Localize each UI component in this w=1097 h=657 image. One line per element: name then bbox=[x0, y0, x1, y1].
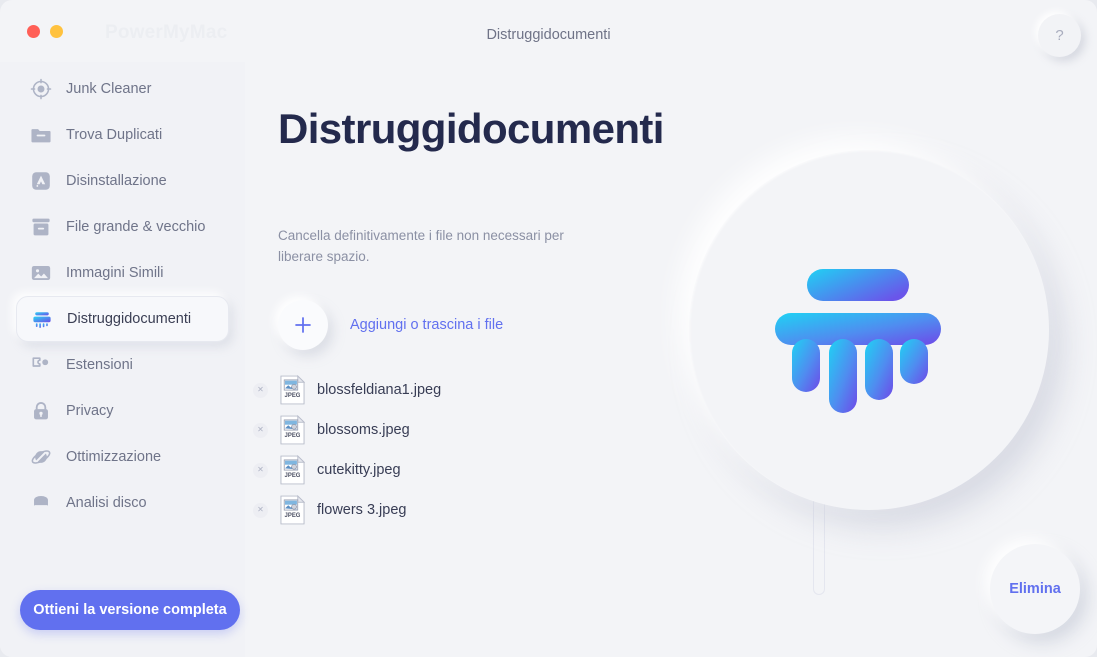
remove-file-button[interactable]: ✕ bbox=[253, 422, 268, 438]
sidebar-item-label: Privacy bbox=[66, 403, 114, 419]
lock-icon bbox=[34, 402, 48, 420]
sidebar-item-file-grande-vecchio[interactable]: File grande & vecchio bbox=[16, 204, 229, 250]
main-content: Distruggidocumenti Cancella definitivame… bbox=[245, 62, 1097, 657]
sidebar-item-label: Junk Cleaner bbox=[66, 81, 152, 97]
sidebar-item-distruggidocumenti[interactable]: Distruggidocumenti bbox=[16, 296, 229, 342]
sidebar-item-label: Disinstallazione bbox=[66, 173, 167, 189]
file-list-item[interactable]: ✕ JPEG flowers 3.jpeg bbox=[253, 490, 573, 530]
page-subtitle: Cancella definitivamente i file non nece… bbox=[278, 228, 564, 264]
sidebar-item-label: Immagini Simili bbox=[66, 265, 164, 281]
jpeg-file-icon: JPEG bbox=[280, 415, 305, 445]
sidebar-item-label: Trova Duplicati bbox=[66, 127, 163, 143]
file-name: flowers 3.jpeg bbox=[317, 502, 407, 518]
svg-text:JPEG: JPEG bbox=[285, 473, 301, 479]
hero-illustration bbox=[689, 150, 1049, 510]
jpeg-file-icon: JPEG bbox=[280, 375, 305, 405]
close-icon: ✕ bbox=[257, 505, 264, 514]
sidebar-item-label: Distruggidocumenti bbox=[67, 311, 192, 327]
puzzle-piece-icon bbox=[32, 357, 49, 367]
upgrade-button-label: Ottieni la versione completa bbox=[33, 602, 227, 618]
page-title: Distruggidocumenti bbox=[278, 105, 664, 152]
question-mark-icon: ? bbox=[1055, 27, 1064, 44]
file-name: blossoms.jpeg bbox=[317, 422, 410, 438]
file-list-item[interactable]: ✕ JPEG cutekitty.jpeg bbox=[253, 450, 573, 490]
file-list: ✕ JPEG blossfeldiana1.jpeg ✕ JPEG blosso… bbox=[253, 370, 573, 530]
sidebar-item-label: Estensioni bbox=[66, 357, 133, 373]
window-title: Distruggidocumenti bbox=[486, 27, 611, 43]
jpeg-file-icon: JPEG bbox=[280, 455, 305, 485]
archive-box-icon bbox=[32, 218, 50, 236]
remove-file-button[interactable]: ✕ bbox=[253, 462, 268, 478]
folder-icon bbox=[31, 129, 51, 143]
sidebar-item-label: Analisi disco bbox=[66, 495, 147, 511]
sidebar-item-label: File grande & vecchio bbox=[66, 219, 206, 235]
disk-icon bbox=[34, 495, 48, 508]
sidebar-item-immagini-simili[interactable]: Immagini Simili bbox=[16, 250, 229, 296]
sidebar-item-trova-duplicati[interactable]: Trova Duplicati bbox=[16, 112, 229, 158]
sidebar-item-privacy[interactable]: Privacy bbox=[16, 388, 229, 434]
titlebar: PowerMyMac Distruggidocumenti ? bbox=[0, 0, 1097, 62]
plus-icon bbox=[295, 317, 311, 333]
sidebar-item-disinstallazione[interactable]: Disinstallazione bbox=[16, 158, 229, 204]
svg-text:JPEG: JPEG bbox=[285, 393, 301, 399]
svg-text:JPEG: JPEG bbox=[285, 513, 301, 519]
close-icon: ✕ bbox=[257, 465, 264, 474]
add-files-button[interactable] bbox=[278, 300, 328, 350]
sidebar-item-analisi-disco[interactable]: Analisi disco bbox=[16, 480, 229, 526]
sidebar-item-junk-cleaner[interactable]: Junk Cleaner bbox=[16, 66, 229, 112]
upgrade-button[interactable]: Ottieni la versione completa bbox=[20, 590, 240, 630]
remove-file-button[interactable]: ✕ bbox=[253, 382, 268, 398]
file-list-item[interactable]: ✕ JPEG blossoms.jpeg bbox=[253, 410, 573, 450]
sidebar: Junk Cleaner Trova Duplicati Disinstalla… bbox=[0, 62, 245, 657]
delete-button-label: Elimina bbox=[1009, 581, 1061, 597]
close-icon: ✕ bbox=[257, 425, 264, 434]
file-name: cutekitty.jpeg bbox=[317, 462, 401, 478]
image-icon bbox=[31, 266, 51, 280]
delete-button[interactable]: Elimina bbox=[990, 544, 1080, 634]
help-button[interactable]: ? bbox=[1038, 14, 1081, 57]
file-name: blossfeldiana1.jpeg bbox=[317, 382, 442, 398]
add-files-label[interactable]: Aggiungi o trascina i file bbox=[350, 317, 503, 333]
sidebar-item-ottimizzazione[interactable]: Ottimizzazione bbox=[16, 434, 229, 480]
svg-text:JPEG: JPEG bbox=[285, 433, 301, 439]
close-icon: ✕ bbox=[257, 385, 264, 394]
app-window: PowerMyMac Distruggidocumenti ? Junk Cle… bbox=[0, 0, 1097, 657]
shredder-illustration bbox=[775, 268, 941, 413]
junk-cleaner-icon bbox=[30, 78, 52, 100]
file-list-item[interactable]: ✕ JPEG blossfeldiana1.jpeg bbox=[253, 370, 573, 410]
sidebar-item-estensioni[interactable]: Estensioni bbox=[16, 342, 229, 388]
app-store-icon bbox=[32, 172, 50, 190]
add-files-row: Aggiungi o trascina i file bbox=[278, 300, 503, 350]
remove-file-button[interactable]: ✕ bbox=[253, 502, 268, 518]
jpeg-file-icon: JPEG bbox=[280, 495, 305, 525]
optimization-icon bbox=[31, 450, 51, 464]
sidebar-item-label: Ottimizzazione bbox=[66, 449, 162, 465]
shredder-icon bbox=[33, 312, 51, 328]
